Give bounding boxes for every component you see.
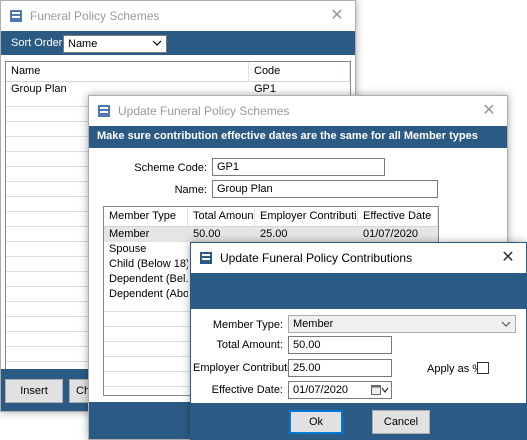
- employer-contribution-input[interactable]: 25.00: [288, 359, 392, 377]
- cell-total-amount: 50.00: [193, 228, 221, 240]
- close-icon[interactable]: ✕: [327, 6, 347, 26]
- effective-date-label: Effective Date:: [211, 384, 283, 396]
- banner-text: Make sure contribution effective dates a…: [97, 130, 478, 142]
- chevron-down-icon: [501, 321, 511, 327]
- name-input[interactable]: Group Plan: [212, 180, 438, 198]
- cell-member-type: Member: [109, 228, 150, 240]
- cancel-button[interactable]: Cancel: [372, 410, 430, 434]
- app-icon: [200, 252, 212, 264]
- app-icon: [10, 10, 22, 22]
- button-bar: [191, 403, 526, 439]
- column-header-name[interactable]: Name: [6, 62, 249, 81]
- grid-header: Member Type Total Amount Employer Contri…: [104, 207, 438, 227]
- chevron-down-icon: [152, 40, 162, 46]
- total-amount-label: Total Amount:: [216, 339, 283, 351]
- scheme-code-input[interactable]: GP1: [212, 158, 385, 176]
- app-icon: [98, 105, 110, 117]
- member-type-label: Member Type:: [212, 319, 283, 331]
- title-bar: Update Funeral Policy Contributions ✕: [191, 243, 526, 273]
- column-header-effective-date[interactable]: Effective Date: [358, 207, 438, 226]
- calendar-icon: [371, 385, 389, 395]
- member-type-value: Member: [293, 318, 334, 330]
- column-header-employer-contribution[interactable]: Employer Contribution: [255, 207, 358, 226]
- column-header-total-amount[interactable]: Total Amount: [188, 207, 255, 226]
- column-header-member-type[interactable]: Member Type: [104, 207, 188, 226]
- effective-date-picker[interactable]: 01/07/2020: [288, 381, 392, 399]
- cell-member-type: Dependent (Abo...: [109, 288, 188, 300]
- sort-toolbar: Sort Order Name: [1, 31, 355, 55]
- sort-order-label: Sort Order: [11, 37, 63, 49]
- member-type-select[interactable]: Member: [288, 315, 516, 333]
- employer-contribution-label: Employer Contribution:: [193, 362, 305, 374]
- cell-effective-date: 01/07/2020: [363, 228, 419, 240]
- name-label: Name:: [174, 184, 207, 196]
- sort-order-value: Name: [68, 38, 98, 50]
- apply-as-percent-checkbox[interactable]: [477, 362, 489, 374]
- header-band: [191, 273, 526, 309]
- cell-employer-contribution: 25.00: [260, 228, 288, 240]
- table-row[interactable]: Member 50.00 25.00 01/07/2020: [104, 227, 438, 242]
- apply-as-percent-label: Apply as %: [427, 363, 483, 375]
- window-title: Update Funeral Policy Contributions: [220, 251, 413, 265]
- close-icon[interactable]: ✕: [479, 101, 499, 121]
- column-header-code[interactable]: Code: [249, 62, 350, 81]
- title-bar: Update Funeral Policy Schemes ✕: [89, 96, 507, 126]
- close-icon[interactable]: ✕: [498, 248, 518, 268]
- cell-member-type: Spouse: [109, 243, 147, 255]
- sort-order-select[interactable]: Name: [63, 35, 167, 53]
- ok-button[interactable]: Ok: [289, 410, 343, 434]
- grid-header: Name Code: [6, 62, 350, 82]
- scheme-code-label: Scheme Code:: [134, 162, 207, 174]
- update-contributions-window: Update Funeral Policy Contributions ✕ Me…: [190, 242, 527, 440]
- window-title: Update Funeral Policy Schemes: [118, 104, 290, 118]
- window-title: Funeral Policy Schemes: [30, 9, 160, 23]
- insert-button[interactable]: Insert: [5, 379, 63, 403]
- title-bar: Funeral Policy Schemes ✕: [1, 1, 355, 31]
- effective-date-value: 01/07/2020: [293, 384, 349, 396]
- cell-member-type: Dependent (Bel...: [109, 273, 188, 285]
- total-amount-input[interactable]: 50.00: [288, 336, 392, 354]
- cell-member-type: Child (Below 18): [109, 258, 188, 270]
- warning-banner: Make sure contribution effective dates a…: [89, 126, 507, 148]
